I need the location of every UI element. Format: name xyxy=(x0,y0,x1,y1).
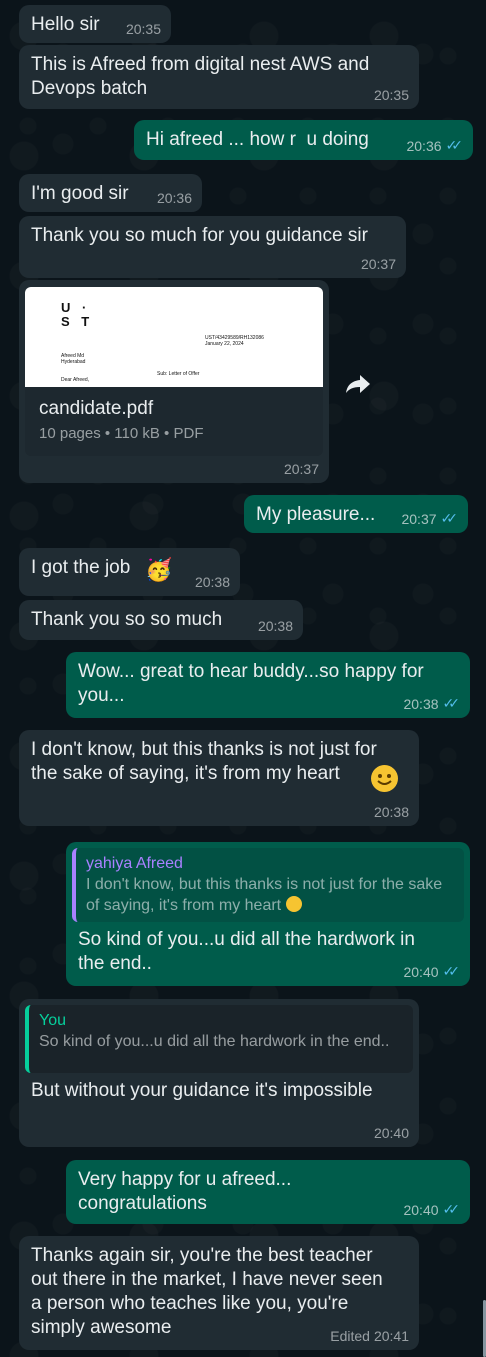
message-text: Thank you so much for you guidance sir xyxy=(31,225,368,246)
message-text: I'm good sir xyxy=(31,183,129,204)
read-receipt-icon: ✓✓ xyxy=(442,695,461,711)
message-incoming[interactable]: Thanks again sir, you're the best teache… xyxy=(19,1236,419,1350)
message-time: 20:35 xyxy=(125,21,161,37)
edited-label: Edited xyxy=(330,1328,370,1344)
message-text: But without your guidance it's impossibl… xyxy=(31,1080,373,1101)
message-incoming[interactable]: I'm good sir 20:36 xyxy=(19,174,202,212)
company-logo: U · S T xyxy=(61,300,94,329)
message-text: Hello sir xyxy=(31,14,100,35)
message-incoming[interactable]: I got the job 🥳 20:38 xyxy=(19,548,240,596)
quoted-text: I don't know, but this thanks is not jus… xyxy=(86,876,443,914)
message-time: 20:37 xyxy=(401,510,437,527)
quoted-message[interactable]: You So kind of you...u did all the hardw… xyxy=(25,1005,413,1073)
message-time: 20:38 xyxy=(373,804,409,820)
message-time: 20:36 xyxy=(156,190,192,206)
message-incoming[interactable]: Thank you so so much 20:38 xyxy=(19,600,303,640)
message-text: Hi afreed ... how r u doing xyxy=(146,129,369,150)
quoted-text: So kind of you...u did all the hardwork … xyxy=(39,1033,390,1050)
message-time: 20:38 xyxy=(403,695,439,712)
quoted-sender: You xyxy=(39,1012,66,1029)
document-name: candidate.pdf xyxy=(39,398,154,419)
read-receipt-icon: ✓✓ xyxy=(445,137,464,153)
message-text: Very happy for u afreed... congratulatio… xyxy=(78,1169,292,1214)
message-incoming[interactable]: I don't know, but this thanks is not jus… xyxy=(19,730,419,826)
document-info: candidate.pdf 10 pages • 110 kB • PDF xyxy=(25,387,323,456)
party-face-icon: 🥳 xyxy=(145,557,173,582)
document-subject: Sub: Letter of Offer xyxy=(157,371,200,377)
document-preview[interactable]: U · S T UST/43429589/RH132086 January 22… xyxy=(25,287,323,387)
message-text: My pleasure... xyxy=(256,504,376,525)
forward-icon xyxy=(346,375,370,393)
message-text: Thank you so so much xyxy=(31,609,223,630)
message-incoming[interactable]: Thank you so much for you guidance sir 2… xyxy=(19,216,406,278)
quoted-message[interactable]: yahiya Afreed I don't know, but this tha… xyxy=(72,848,464,922)
document-meta: 10 pages • 110 kB • PDF xyxy=(39,425,204,442)
message-text: Wow... great to hear buddy...so happy fo… xyxy=(78,661,424,706)
message-time: 20:40 xyxy=(403,963,439,980)
document-date: January 22, 2024 xyxy=(205,341,244,347)
message-text: I got the job xyxy=(31,557,131,578)
message-time: 20:36 xyxy=(406,137,442,154)
message-time: 20:35 xyxy=(373,87,409,103)
message-text: I don't know, but this thanks is not jus… xyxy=(31,739,377,784)
smiling-face-icon xyxy=(371,765,398,792)
forward-button[interactable] xyxy=(340,366,376,402)
message-outgoing[interactable]: Hi afreed ... how r u doing 20:36 ✓✓ xyxy=(134,120,473,160)
message-time: 20:41 xyxy=(373,1328,409,1344)
message-outgoing[interactable]: My pleasure... 20:37 ✓✓ xyxy=(244,495,468,533)
message-time: 20:38 xyxy=(194,574,230,590)
message-time: 20:37 xyxy=(360,256,396,272)
message-text: Thanks again sir, you're the best teache… xyxy=(31,1245,383,1338)
document-salutation: Dear Afreed, xyxy=(61,377,90,383)
read-receipt-icon: ✓✓ xyxy=(442,1201,461,1217)
message-outgoing[interactable]: Wow... great to hear buddy...so happy fo… xyxy=(66,652,470,718)
message-time: 20:40 xyxy=(373,1125,409,1141)
message-incoming[interactable]: This is Afreed from digital nest AWS and… xyxy=(19,45,419,109)
message-time: 20:37 xyxy=(283,461,319,477)
read-receipt-icon: ✓✓ xyxy=(440,510,459,526)
document-message[interactable]: U · S T UST/43429589/RH132086 January 22… xyxy=(19,280,329,483)
message-text: This is Afreed from digital nest AWS and… xyxy=(31,54,370,99)
message-incoming[interactable]: Hello sir 20:35 xyxy=(19,5,171,43)
message-time: 20:38 xyxy=(257,618,293,634)
message-incoming[interactable]: You So kind of you...u did all the hardw… xyxy=(19,999,419,1147)
message-outgoing[interactable]: yahiya Afreed I don't know, but this tha… xyxy=(66,842,470,986)
message-outgoing[interactable]: Very happy for u afreed... congratulatio… xyxy=(66,1160,470,1224)
message-time: 20:40 xyxy=(403,1201,439,1218)
smiling-face-icon xyxy=(285,896,302,912)
quoted-sender: yahiya Afreed xyxy=(86,855,183,872)
read-receipt-icon: ✓✓ xyxy=(442,963,461,979)
